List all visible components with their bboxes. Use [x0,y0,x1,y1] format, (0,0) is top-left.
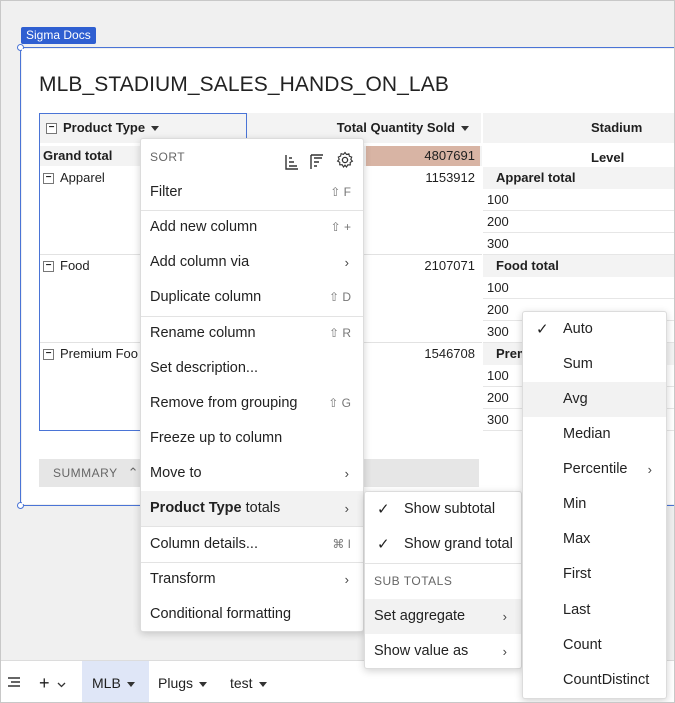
workbook-canvas: Sigma Docs MLB_STADIUM_SALES_HANDS_ON_LA… [0,0,675,703]
aggregate-option-auto[interactable]: ✓ Auto [523,312,666,347]
aggregate-option-min[interactable]: Min [523,487,666,522]
menu-item-set-description[interactable]: Set description... [141,351,363,386]
chevron-right-icon: › [344,255,349,270]
sub-totals-section: SUB TOTALS [374,574,453,588]
menu-item-move-to[interactable]: Move to › [141,456,363,491]
menu-item-add-column-via[interactable]: Add column via › [141,245,363,280]
chevron-down-icon[interactable] [258,681,267,687]
menu-item-column-details[interactable]: Column details... ⌘ I [141,527,363,562]
chevron-right-icon: › [502,644,507,659]
chevron-right-icon: › [502,609,507,624]
level-cell: 100 [483,277,674,299]
chevron-right-icon: › [647,462,652,477]
menu-item-duplicate-column[interactable]: Duplicate column ⇧ D [141,280,363,315]
menu-item-add-new-column[interactable]: Add new column ⇧ + [141,210,363,245]
level-cell: 100 [483,189,674,211]
menu-item-set-aggregate[interactable]: Set aggregate › [365,599,521,634]
aggregate-submenu: ✓ Auto Sum Avg Median Percentile › Min Max… [522,311,667,699]
chevron-down-icon[interactable] [51,661,72,702]
checkmark-icon: ✓ [377,501,390,518]
sort-section: SORT [141,140,363,174]
menu-item-filter[interactable]: Filter ⇧ F [141,175,363,210]
chevron-right-icon: › [344,572,349,587]
row-value: 1546708 [424,346,475,361]
aggregate-option-avg[interactable]: Avg [523,382,666,417]
column-context-menu: SORT Filter ⇧ F Add new column ⇧ + Add col… [140,138,364,632]
subtotal-header: Food total [483,255,674,277]
aggregate-option-count[interactable]: Count [523,628,666,663]
chevron-down-icon[interactable] [461,126,469,132]
checkmark-icon: ✓ [536,321,549,338]
row-value: 2107071 [424,258,475,273]
aggregate-option-percentile[interactable]: Percentile › [523,452,666,487]
chevron-down-icon[interactable] [126,681,135,687]
tab-test[interactable]: test [220,661,277,702]
page-title: MLB_STADIUM_SALES_HANDS_ON_LAB [39,73,449,96]
totals-submenu: ✓ Show subtotal ✓ Show grand total SUB TOT… [364,491,522,669]
tab-mlb[interactable]: MLB [82,661,149,702]
menu-item-remove-from-grouping[interactable]: Remove from grouping ⇧ G [141,386,363,421]
chevron-right-icon: › [344,466,349,481]
header-stadium-level[interactable]: Stadium Level [483,113,674,165]
aggregate-option-last[interactable]: Last [523,593,666,628]
menu-item-show-subtotal[interactable]: ✓ Show subtotal [365,492,521,527]
menu-item-product-type-totals[interactable]: Product Type totals › [141,491,363,526]
aggregate-option-first[interactable]: First [523,557,666,592]
element-badge[interactable]: Sigma Docs [21,27,96,44]
aggregate-option-sum[interactable]: Sum [523,347,666,382]
tab-plugs[interactable]: Plugs [148,661,217,702]
menu-item-rename-column[interactable]: Rename column ⇧ R [141,316,363,351]
menu-item-show-grand-total[interactable]: ✓ Show grand total [365,527,521,562]
aggregate-option-countdistinct[interactable]: CountDistinct [523,663,666,698]
menu-item-transform[interactable]: Transform › [141,562,363,597]
checkmark-icon: ✓ [377,536,390,553]
page-list-icon[interactable] [1,661,27,702]
menu-item-conditional-formatting[interactable]: Conditional formatting [141,597,363,632]
row-value: 1153912 [425,170,475,185]
menu-item-show-value-as[interactable]: Show value as › [365,634,521,669]
chevron-up-icon[interactable]: ⌃ [128,465,139,480]
subtotal-header: Apparel total [483,167,674,189]
chevron-down-icon[interactable] [199,681,208,687]
chevron-right-icon: › [344,501,349,516]
aggregate-option-max[interactable]: Max [523,522,666,557]
grand-total-value: 4807691 [424,148,475,163]
level-cell: 300 [483,233,674,255]
level-cell: 200 [483,211,674,233]
aggregate-option-median[interactable]: Median [523,417,666,452]
menu-item-freeze-up-to-column[interactable]: Freeze up to column [141,421,363,456]
